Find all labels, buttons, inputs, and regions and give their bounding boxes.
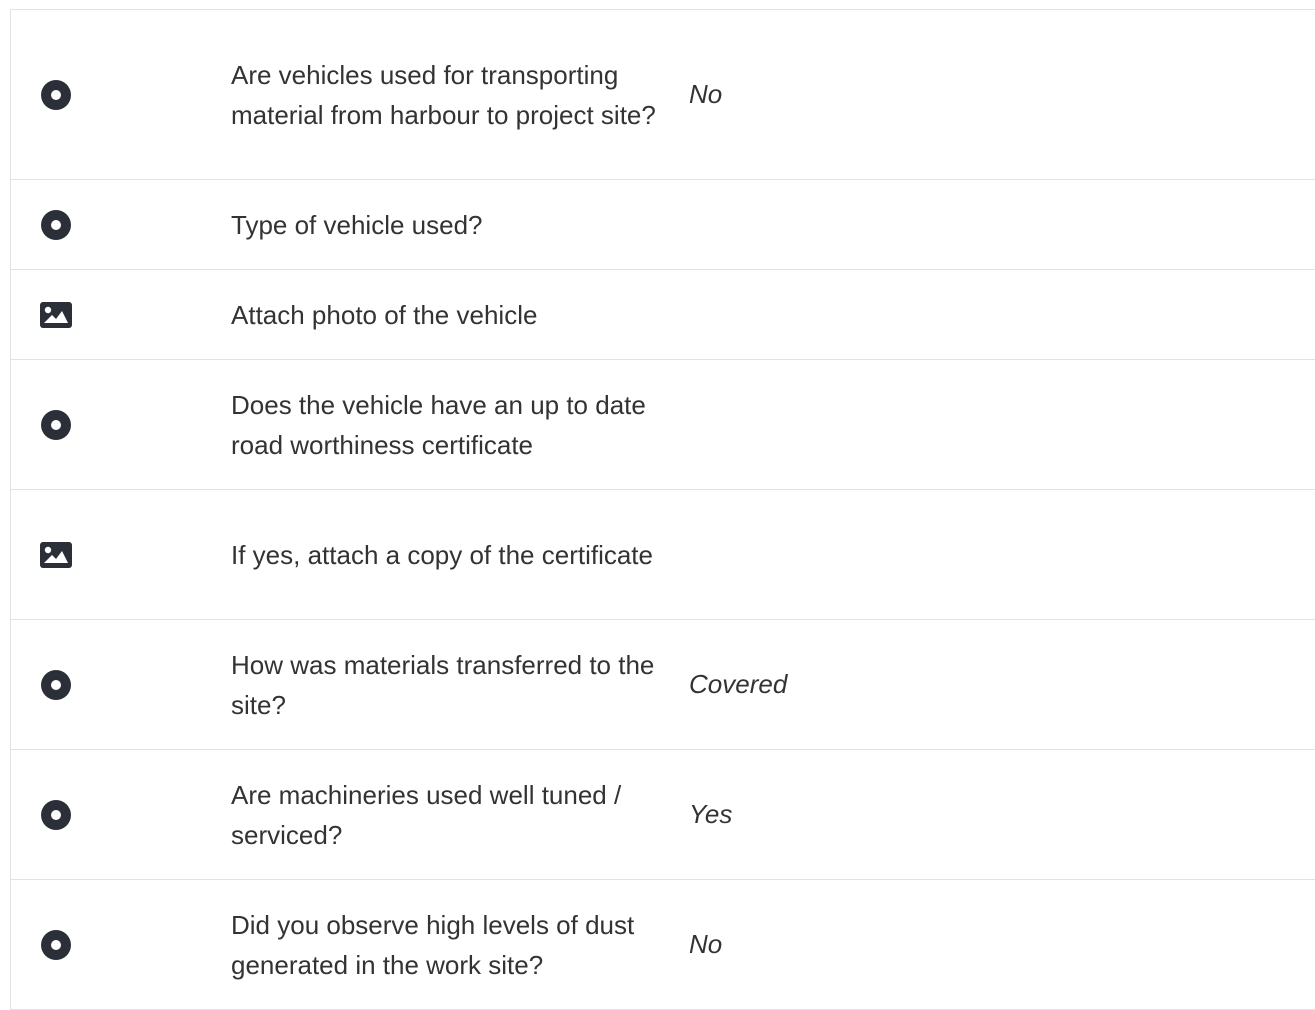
radio-icon — [40, 669, 72, 701]
question-text: Type of vehicle used? — [231, 209, 483, 240]
table-row: Attach photo of the vehicle — [11, 270, 1315, 360]
image-icon — [40, 539, 72, 571]
question-text: How was materials transferred to the sit… — [231, 649, 655, 720]
question-table: Are vehicles used for transporting mater… — [10, 9, 1315, 1010]
radio-icon — [40, 409, 72, 441]
question-text: Are machineries used well tuned / servic… — [231, 779, 622, 850]
question-text: Attach photo of the vehicle — [231, 299, 538, 330]
table-row: If yes, attach a copy of the certificate — [11, 490, 1315, 620]
answer-text: No — [689, 79, 723, 109]
table-row: How was materials transferred to the sit… — [11, 620, 1315, 750]
answer-text: Covered — [689, 669, 788, 699]
question-text: If yes, attach a copy of the certificate — [231, 539, 653, 570]
answer-text: No — [689, 929, 723, 959]
radio-icon — [40, 209, 72, 241]
question-text: Are vehicles used for transporting mater… — [231, 59, 656, 130]
table-row: Did you observe high levels of dust gene… — [11, 880, 1315, 1010]
question-text: Did you observe high levels of dust gene… — [231, 909, 635, 980]
table-row: Are machineries used well tuned / servic… — [11, 750, 1315, 880]
radio-icon — [40, 79, 72, 111]
image-icon — [40, 299, 72, 331]
table-row: Does the vehicle have an up to date road… — [11, 360, 1315, 490]
radio-icon — [40, 799, 72, 831]
table-row: Are vehicles used for transporting mater… — [11, 10, 1315, 180]
answer-text: Yes — [689, 799, 733, 829]
radio-icon — [40, 929, 72, 961]
table-row: Type of vehicle used? — [11, 180, 1315, 270]
question-text: Does the vehicle have an up to date road… — [231, 389, 646, 460]
